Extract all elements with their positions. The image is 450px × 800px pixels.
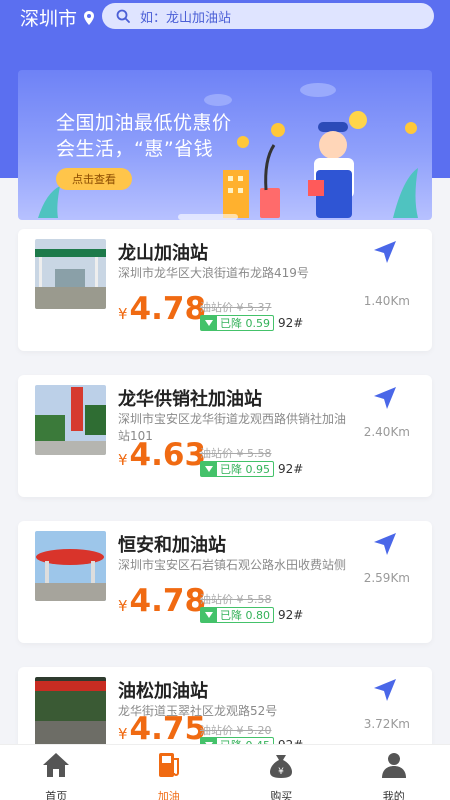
location-pin-icon [84,10,95,25]
down-arrow-icon [201,462,217,476]
currency-symbol: ¥ [118,451,128,469]
currency-symbol: ¥ [118,305,128,323]
user-icon [381,753,406,778]
tab-home[interactable]: 首页 [0,745,113,800]
discount-label: 已降 0.95 [220,463,270,476]
tab-label: 加油 [157,790,180,800]
fuel-grade: 92# [278,608,304,622]
down-arrow-icon [201,608,217,622]
discount-label: 已降 0.80 [220,609,270,622]
station-name: 恒安和加油站 [118,535,226,556]
fuel-grade: 92# [278,316,304,330]
discount-badge: 已降 0.80 [200,607,274,623]
station-address: 深圳市宝安区石岩镇石观公路水田收费站侧 [118,558,347,572]
discount-label: 已降 0.59 [220,317,270,330]
price-value: 4.78 [129,291,207,327]
original-price: 油站价 ¥ 5.58 [200,593,272,606]
original-price: 油站价 ¥ 5.58 [200,447,272,460]
search-placeholder: 如：龙山加油站 [140,10,232,26]
station-address: 深圳市龙华区大浪街道布龙路419号 [118,266,309,280]
station-photo [35,385,106,455]
station-distance: 2.59Km [363,571,410,585]
tab-label: 购买 [270,790,293,800]
tab-buy[interactable]: ¥ 购买 [225,745,338,800]
fuel-pump-icon [158,753,179,777]
money-bag-icon: ¥ [270,755,292,778]
station-name: 龙山加油站 [118,243,208,264]
station-photo [35,531,106,601]
price-value: 4.78 [129,583,207,619]
home-icon [43,753,69,777]
banner-headline: 全国加油最低优惠价 [56,112,232,134]
promo-banner[interactable]: 全国加油最低优惠价 会生活，“惠”省钱 点击查看 [18,70,432,220]
station-distance: 3.72Km [363,717,410,731]
station-photo [35,677,106,747]
fuel-grade: 92# [278,462,304,476]
discount-badge: 已降 0.95 [200,461,274,477]
station-card[interactable]: 龙华供销社加油站 深圳市宝安区龙华街道龙观西路供销社加油站101 ¥ 4.63 … [18,375,432,497]
city-selector[interactable]: 深圳市 [20,4,95,31]
price-value: 4.63 [129,437,207,473]
currency-symbol: ¥ [118,597,128,615]
station-photo [35,239,106,309]
station-price: ¥ 4.78 [118,583,206,619]
tab-fuel[interactable]: 加油 [113,745,226,800]
station-card[interactable]: 恒安和加油站 深圳市宝安区石岩镇石观公路水田收费站侧 ¥ 4.78 油站价 ¥ … [18,521,432,643]
tab-label: 我的 [382,790,405,800]
bottom-tab-bar: 首页 加油 ¥ 购买 我的 [0,744,450,800]
down-arrow-icon [201,316,217,330]
top-bar: 深圳市 如：龙山加油站 [0,0,450,34]
city-label: 深圳市 [20,8,78,30]
search-icon [116,9,130,23]
discount-badge: 已降 0.59 [200,315,274,331]
station-card[interactable]: 龙山加油站 深圳市龙华区大浪街道布龙路419号 ¥ 4.78 油站价 ¥ 5.3… [18,229,432,351]
tab-mine[interactable]: 我的 [338,745,450,800]
navigate-icon[interactable] [372,531,398,557]
search-input[interactable]: 如：龙山加油站 [102,3,434,29]
station-price: ¥ 4.63 [118,437,206,473]
navigate-icon[interactable] [372,677,398,703]
navigate-icon[interactable] [372,239,398,265]
price-value: 4.75 [129,711,207,747]
station-distance: 2.40Km [363,425,410,439]
station-name: 油松加油站 [118,681,208,702]
navigate-icon[interactable] [372,385,398,411]
tab-label: 首页 [45,790,68,800]
original-price: 油站价 ¥ 5.20 [200,724,272,737]
station-price: ¥ 4.75 [118,711,206,747]
station-price: ¥ 4.78 [118,291,206,327]
banner-subheadline: 会生活，“惠”省钱 [56,138,214,160]
station-name: 龙华供销社加油站 [118,389,262,410]
original-price: 油站价 ¥ 5.37 [200,301,272,314]
banner-cta-button[interactable]: 点击查看 [56,168,132,190]
currency-symbol: ¥ [118,725,128,743]
station-distance: 1.40Km [363,294,410,308]
svg-text:¥: ¥ [278,767,284,777]
